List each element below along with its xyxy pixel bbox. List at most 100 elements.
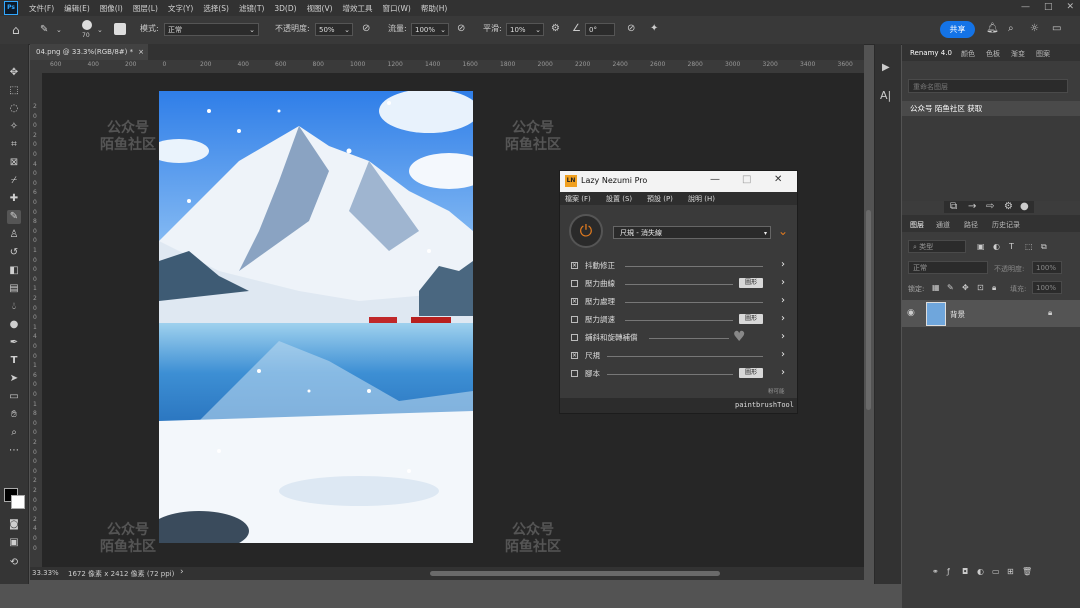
- search-icon[interactable]: ⌕: [1008, 23, 1014, 35]
- layer-name[interactable]: 背景: [950, 309, 965, 320]
- close-tab-icon[interactable]: ×: [138, 44, 144, 60]
- hand-tool-icon[interactable]: ✋︎: [7, 408, 21, 422]
- menu-filter[interactable]: 滤镜(T): [234, 3, 269, 14]
- minimize-icon[interactable]: —: [1021, 2, 1030, 12]
- maximize-icon[interactable]: □: [1044, 2, 1053, 12]
- link-layers-icon[interactable]: ⚭: [932, 566, 939, 578]
- menu-3d[interactable]: 3D(D): [269, 4, 301, 13]
- brush-picker-chevron-icon[interactable]: ⌄: [97, 24, 103, 36]
- type-tool-icon[interactable]: T: [7, 354, 21, 368]
- chevron-right-icon[interactable]: ›: [781, 349, 785, 360]
- status-arrow-icon[interactable]: ›: [180, 567, 184, 577]
- lock-artboard-icon[interactable]: ⊡: [977, 282, 984, 294]
- ln-row-script[interactable]: 腳本 圖形 ›: [571, 367, 785, 380]
- layer-row[interactable]: ◉ 背景 🔒︎: [902, 300, 1080, 327]
- forward-icon[interactable]: ⇨: [986, 201, 994, 213]
- info-icon[interactable]: ●: [1020, 201, 1029, 213]
- angle-field[interactable]: 0°: [585, 23, 615, 36]
- menu-image[interactable]: 图像(I): [95, 3, 128, 14]
- visibility-eye-icon[interactable]: ◉: [907, 307, 915, 319]
- adjustment-layer-icon[interactable]: ◐: [977, 566, 984, 578]
- delete-layer-icon[interactable]: 🗑︎: [1022, 566, 1032, 578]
- document-tab[interactable]: 04.png @ 33.3%(RGB/8#) * ×: [30, 44, 148, 60]
- ln-graph-button[interactable]: 圖形: [739, 278, 763, 288]
- ln-minimize-icon[interactable]: —: [710, 174, 720, 185]
- ln-preset-select[interactable]: 尺規 - 消失線 ▾: [613, 226, 771, 239]
- filter-pixel-icon[interactable]: ▣: [977, 241, 985, 253]
- background-color-swatch[interactable]: [11, 495, 25, 509]
- share-image-icon[interactable]: ⟲: [7, 556, 21, 570]
- chevron-right-icon[interactable]: ›: [781, 313, 785, 324]
- ln-graph-button[interactable]: 圖形: [739, 368, 763, 378]
- chevron-right-icon[interactable]: ›: [781, 277, 785, 288]
- more-tools-icon[interactable]: ⋯: [7, 444, 21, 458]
- crop-tool-icon[interactable]: ⌗: [7, 138, 21, 152]
- rename-input[interactable]: 重命名图层: [908, 79, 1068, 93]
- tab-color[interactable]: 颜色: [961, 49, 975, 59]
- brush-tool-icon[interactable]: ✎: [7, 210, 21, 224]
- settings-icon[interactable]: ⚙: [1004, 201, 1013, 213]
- lock-pixels-icon[interactable]: ▦: [932, 282, 940, 294]
- ln-checkbox[interactable]: ×: [571, 262, 578, 269]
- tab-swatches[interactable]: 色板: [986, 49, 1000, 59]
- new-layer-icon[interactable]: ⊞: [1007, 566, 1014, 578]
- menu-select[interactable]: 选择(S): [198, 3, 234, 14]
- move-tool-icon[interactable]: ✥: [7, 66, 21, 80]
- rename-result[interactable]: 公众号 陌鱼社区 获取: [902, 101, 1080, 116]
- ln-checkbox[interactable]: [571, 370, 578, 377]
- rename-icon[interactable]: ⧉: [950, 201, 957, 213]
- ln-menu-settings[interactable]: 設置 (S): [606, 194, 632, 204]
- blend-mode-select[interactable]: 正常: [908, 261, 988, 274]
- menu-edit[interactable]: 编辑(E): [59, 3, 95, 14]
- lock-move-icon[interactable]: ✥: [962, 282, 969, 294]
- frame-tool-icon[interactable]: ⊠: [7, 156, 21, 170]
- tab-renamy[interactable]: Renamy 4.0: [910, 49, 952, 57]
- rectangle-tool-icon[interactable]: ▭: [7, 390, 21, 404]
- chevron-right-icon[interactable]: ›: [781, 259, 785, 270]
- ln-checkbox[interactable]: [571, 280, 578, 287]
- gradient-tool-icon[interactable]: ▤: [7, 282, 21, 296]
- filter-type-icon[interactable]: T: [1009, 241, 1014, 253]
- mode-select[interactable]: 正常 ⌄: [164, 23, 259, 36]
- tab-layers[interactable]: 图层: [910, 220, 924, 230]
- magic-wand-icon[interactable]: ✧: [7, 120, 21, 134]
- filter-smart-icon[interactable]: ⧉: [1041, 241, 1047, 253]
- workspace-icon[interactable]: ▭: [1052, 23, 1061, 35]
- ln-row-stabilizer[interactable]: × 抖動修正 ›: [571, 259, 785, 272]
- ln-expand-chevron-icon[interactable]: ⌄: [778, 224, 788, 238]
- opacity-field[interactable]: 50% ⌄: [315, 23, 353, 36]
- menu-view[interactable]: 视图(V): [302, 3, 338, 14]
- symmetry-icon[interactable]: ✦: [650, 23, 658, 35]
- path-select-icon[interactable]: ➤: [7, 372, 21, 386]
- ln-title-bar[interactable]: LN Lazy Nezumi Pro — □ ✕: [560, 171, 797, 192]
- group-folder-icon[interactable]: ▭: [992, 566, 1000, 578]
- ln-checkbox[interactable]: [571, 334, 578, 341]
- lock-all-icon[interactable]: 🔒︎: [992, 282, 996, 294]
- smoothing-field[interactable]: 10% ⌄: [506, 23, 544, 36]
- pressure-size-icon[interactable]: ⊘: [627, 23, 635, 35]
- flow-field[interactable]: 100% ⌄: [411, 23, 449, 36]
- lock-paint-icon[interactable]: ✎: [947, 282, 954, 294]
- marquee-tool-icon[interactable]: ⬚: [7, 84, 21, 98]
- ln-row-tilt-rotation[interactable]: 鋪斜和旋轉補償 ♥ ›: [571, 329, 785, 345]
- zoom-tool-icon[interactable]: ⌕: [7, 426, 21, 440]
- brush-settings-icon[interactable]: [114, 23, 126, 35]
- fx-icon[interactable]: ƒ: [947, 566, 950, 578]
- share-button[interactable]: 共享: [940, 21, 975, 38]
- lasso-tool-icon[interactable]: ◌: [7, 102, 21, 116]
- history-brush-icon[interactable]: ↺: [7, 246, 21, 260]
- filter-adjust-icon[interactable]: ◐: [993, 241, 1000, 253]
- ln-checkbox[interactable]: ×: [571, 352, 578, 359]
- pressure-opacity-icon[interactable]: ⊘: [362, 23, 370, 35]
- chevron-right-icon[interactable]: ›: [781, 367, 785, 378]
- home-icon[interactable]: ⌂: [12, 24, 20, 36]
- brush-preview-icon[interactable]: [82, 20, 92, 30]
- filter-shape-icon[interactable]: ⬚: [1025, 241, 1033, 253]
- tab-paths[interactable]: 路径: [964, 220, 978, 230]
- screen-mode-icon[interactable]: ▣: [7, 536, 21, 550]
- menu-help[interactable]: 帮助(H): [416, 3, 453, 14]
- smoothing-settings-icon[interactable]: ⚙: [551, 23, 560, 35]
- ln-power-button[interactable]: ⏻: [569, 214, 603, 248]
- character-panel-icon[interactable]: A|: [880, 90, 891, 102]
- layer-opacity-field[interactable]: 100%: [1032, 261, 1062, 274]
